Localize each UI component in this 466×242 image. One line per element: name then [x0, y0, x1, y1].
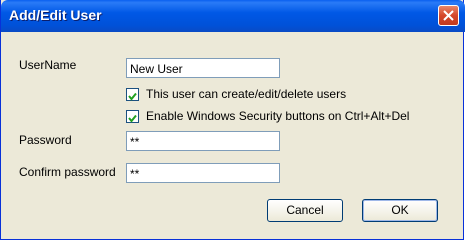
- checkbox-admin[interactable]: [126, 88, 139, 101]
- window-title: Add/Edit User: [9, 7, 102, 23]
- confirm-password-label: Confirm password: [19, 165, 116, 179]
- checkbox-admin-label[interactable]: This user can create/edit/delete users: [146, 87, 346, 101]
- checkmark-icon: [128, 92, 137, 101]
- username-input[interactable]: New User: [126, 58, 280, 78]
- ok-button[interactable]: OK: [362, 199, 438, 222]
- checkbox-security-label[interactable]: Enable Windows Security buttons on Ctrl+…: [146, 109, 409, 123]
- confirm-password-input[interactable]: **: [126, 163, 280, 183]
- close-button[interactable]: [438, 5, 459, 26]
- dialog-body: UserName New User This user can create/e…: [4, 32, 462, 237]
- title-bar[interactable]: Add/Edit User: [1, 0, 465, 32]
- checkmark-icon: [128, 114, 137, 123]
- cancel-button[interactable]: Cancel: [267, 199, 343, 222]
- username-label: UserName: [19, 58, 77, 72]
- dialog-window: Add/Edit User UserName New User This use…: [0, 0, 465, 240]
- password-label: Password: [19, 133, 72, 147]
- close-icon: [443, 10, 454, 21]
- checkbox-security[interactable]: [126, 110, 139, 123]
- password-input[interactable]: **: [126, 131, 280, 151]
